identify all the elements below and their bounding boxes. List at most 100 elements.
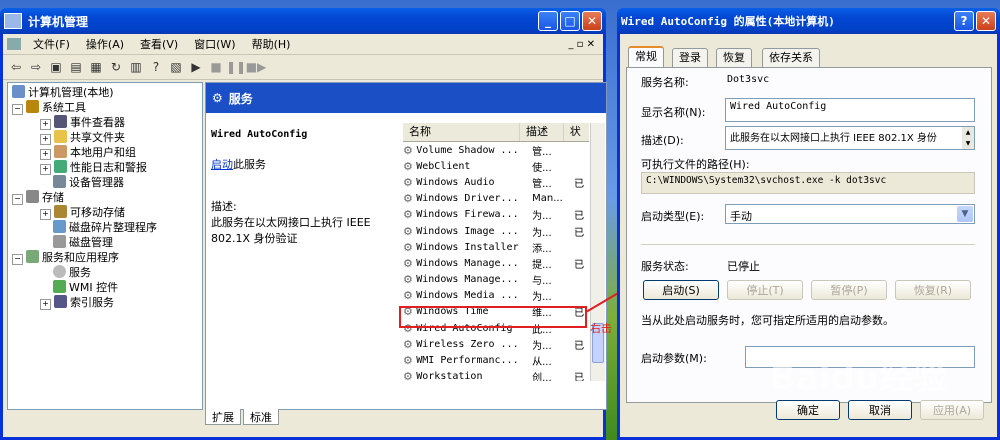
service-desc: 为... [532, 211, 552, 223]
services-list: 名称 描述 状 ⚙ Volume Shadow ... 管... ⚙ WebClient… [403, 123, 589, 381]
cancel-button[interactable]: 取消 [848, 400, 912, 420]
service-gear-icon: ⚙ [403, 337, 413, 351]
help-button[interactable]: ? [954, 11, 974, 31]
menu-view[interactable]: 查看(V) [132, 36, 186, 52]
tree-item-perf-logs[interactable]: + 性能日志和警报 [40, 160, 147, 175]
service-desc: 为... [532, 340, 552, 352]
stop-icon[interactable]: ■ [207, 58, 225, 76]
expand-icon[interactable]: + [40, 134, 51, 145]
ok-button[interactable]: 确定 [776, 400, 840, 420]
service-row[interactable]: ⚙ Volume Shadow ... 管... [403, 142, 589, 158]
tab-logon[interactable]: 登录 [672, 48, 708, 67]
tree-item-disk-management[interactable]: 磁盘管理 [53, 235, 113, 250]
menu-help[interactable]: 帮助(H) [244, 36, 299, 52]
expand-icon[interactable]: + [40, 149, 51, 160]
restart-icon[interactable]: ■▶ [246, 58, 267, 76]
show-tree-icon[interactable]: ▤ [67, 58, 85, 76]
expand-icon[interactable]: + [40, 299, 51, 310]
back-icon[interactable]: ⇦ [7, 58, 25, 76]
tree-item-event-viewer[interactable]: + 事件查看器 [40, 115, 125, 130]
service-row[interactable]: ⚙ WMI Performanc... 从... [403, 352, 589, 368]
tree-item-wmi[interactable]: WMI 控件 [53, 280, 118, 295]
collapse-icon[interactable]: − [12, 104, 23, 115]
expand-icon[interactable]: + [40, 164, 51, 175]
console-icon[interactable]: ▧ [167, 58, 185, 76]
tab-general[interactable]: 常规 [628, 46, 664, 69]
col-desc[interactable]: 描述 [520, 123, 564, 141]
menu-action[interactable]: 操作(A) [78, 36, 132, 52]
service-row[interactable]: ⚙ Windows Media ... 为... [403, 288, 589, 304]
service-name-label: 服务名称: [641, 76, 689, 89]
service-row[interactable]: ⚙ Windows Installer 添... [403, 239, 589, 255]
services-header-title: 服务 [228, 91, 253, 106]
pause-icon[interactable]: ❚❚ [226, 58, 246, 76]
chevron-down-icon[interactable]: ▼ [957, 206, 973, 222]
description-scroll[interactable]: ▲ ▼ [962, 127, 974, 149]
properties-titlebar[interactable]: Wired AutoConfig 的属性(本地计算机) ? ✕ [617, 8, 1000, 34]
tree-item-removable-storage[interactable]: + 可移动存储 [40, 205, 125, 220]
service-row[interactable]: ⚙ Windows Manage... 提... 已 [403, 255, 589, 271]
tree-item-local-users[interactable]: + 本地用户和组 [40, 145, 136, 160]
list-scrollbar[interactable] [590, 123, 605, 381]
tree-item-storage[interactable]: − 存储 [12, 190, 64, 205]
maximize-button[interactable]: □ [560, 11, 580, 31]
service-row[interactable]: ⚙ Wireless Zero ... 为... 已 [403, 336, 589, 352]
service-desc: 为... [532, 227, 552, 239]
tab-dependencies[interactable]: 依存关系 [762, 48, 820, 67]
tree-item-system-tools[interactable]: − 系统工具 [12, 100, 86, 115]
service-row[interactable]: ⚙ Windows Audio 管... 已 [403, 174, 589, 190]
menu-file[interactable]: 文件(F) [25, 36, 78, 52]
expand-icon[interactable]: + [40, 209, 51, 220]
service-row[interactable]: ⚙ WebClient 使... [403, 158, 589, 174]
tree-item-computer-management[interactable]: 计算机管理(本地) [12, 85, 114, 100]
start-button[interactable]: 启动(S) [643, 280, 719, 300]
child-window-controls[interactable]: _ ▫ ✕ [560, 39, 603, 50]
tree-item-device-manager[interactable]: 设备管理器 [53, 175, 124, 190]
start-service-link[interactable]: 启动 [211, 158, 233, 171]
dialog-close-button[interactable]: ✕ [976, 11, 996, 31]
apply-button[interactable]: 应用(A) [920, 400, 984, 420]
help-icon[interactable]: ? [147, 58, 165, 76]
description-field[interactable]: 此服务在以太网接口上执行 IEEE 802.1X 身份 [725, 126, 975, 150]
forward-icon[interactable]: ⇨ [27, 58, 45, 76]
properties-icon[interactable]: ▥ [127, 58, 145, 76]
menu-window[interactable]: 窗口(W) [186, 36, 243, 52]
service-desc: 提... [532, 259, 552, 271]
stop-button[interactable]: 停止(T) [727, 280, 803, 300]
collapse-icon[interactable]: − [12, 194, 23, 205]
resume-button[interactable]: 恢复(R) [895, 280, 971, 300]
play-icon[interactable]: ▶ [187, 58, 205, 76]
tree-item-defrag[interactable]: 磁盘碎片整理程序 [53, 220, 157, 235]
service-desc: 从... [532, 357, 552, 369]
display-name-field[interactable]: Wired AutoConfig [725, 98, 975, 122]
service-row[interactable]: ⚙ Workstation 创... 已 [403, 369, 589, 381]
service-row[interactable]: ⚙ Windows Firewa... 为... 已 [403, 207, 589, 223]
tab-standard[interactable]: 标准 [243, 409, 279, 425]
startup-type-select[interactable]: 手动 ▼ [725, 204, 975, 224]
tree-item-indexing[interactable]: + 索引服务 [40, 295, 114, 310]
up-folder-icon[interactable]: ▣ [47, 58, 65, 76]
pause-button[interactable]: 暂停(P) [811, 280, 887, 300]
service-desc: 管... [532, 146, 552, 158]
service-row[interactable]: ⚙ Windows Driver... Man... [403, 191, 589, 207]
tab-extended[interactable]: 扩展 [205, 409, 241, 425]
tab-recovery[interactable]: 恢复 [716, 48, 752, 67]
service-row[interactable]: ⚙ Windows Image ... 为... 已 [403, 223, 589, 239]
minimize-button[interactable]: _ [538, 11, 558, 31]
expand-icon[interactable]: + [40, 119, 51, 130]
export-icon[interactable]: ▦ [87, 58, 105, 76]
close-button[interactable]: ✕ [582, 11, 602, 31]
refresh-icon[interactable]: ↻ [107, 58, 125, 76]
service-name: Windows Media ... [416, 290, 519, 302]
start-params-label: 启动参数(M): [641, 352, 707, 365]
tree-item-services-apps[interactable]: − 服务和应用程序 [12, 250, 119, 265]
tree-item-services[interactable]: 服务 [53, 265, 91, 280]
mmc-titlebar[interactable]: 计算机管理 _ □ ✕ [0, 8, 606, 34]
service-row[interactable]: ⚙ Windows Manage... 与... [403, 272, 589, 288]
col-name[interactable]: 名称 [403, 123, 521, 141]
service-status: 已 [574, 340, 585, 352]
tree-item-shared-folders[interactable]: + 共享文件夹 [40, 130, 125, 145]
collapse-icon[interactable]: − [12, 254, 23, 265]
col-status[interactable]: 状 [564, 123, 589, 141]
gear-icon [53, 265, 66, 278]
